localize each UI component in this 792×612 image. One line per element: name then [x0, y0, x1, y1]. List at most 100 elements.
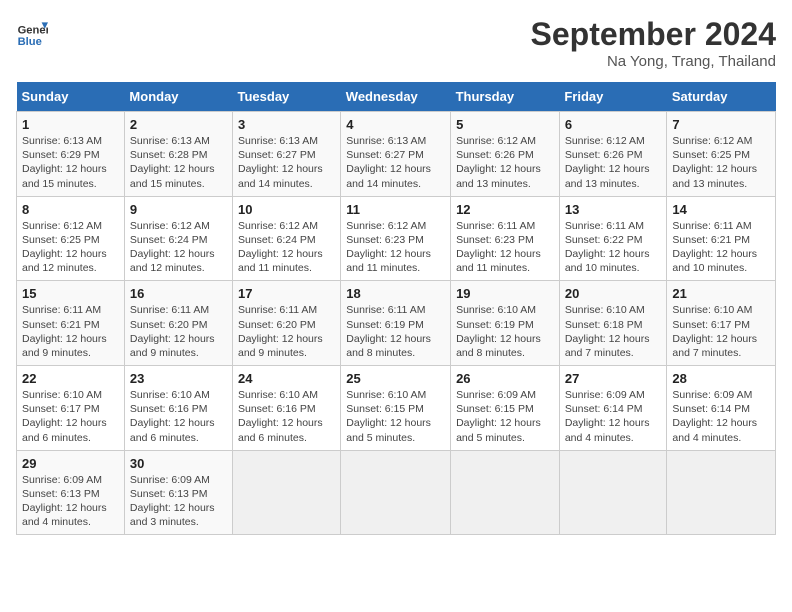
col-sunday: Sunday — [17, 82, 125, 112]
calendar-cell: 2Sunrise: 6:13 AM Sunset: 6:28 PM Daylig… — [124, 112, 232, 197]
day-info: Sunrise: 6:13 AM Sunset: 6:27 PM Dayligh… — [238, 134, 335, 191]
day-number: 7 — [672, 117, 770, 132]
col-tuesday: Tuesday — [233, 82, 341, 112]
calendar-row: 29 Sunrise: 6:09 AM Sunset: 6:13 PM Dayli… — [17, 450, 776, 535]
day-info: Sunrise: 6:12 AM Sunset: 6:23 PM Dayligh… — [346, 219, 445, 276]
day-info: Sunrise: 6:12 AM Sunset: 6:24 PM Dayligh… — [130, 219, 227, 276]
calendar-cell — [559, 450, 667, 535]
day-info: Sunrise: 6:10 AM Sunset: 6:16 PM Dayligh… — [130, 388, 227, 445]
day-number: 8 — [22, 202, 119, 217]
day-number: 26 — [456, 371, 554, 386]
day-number: 22 — [22, 371, 119, 386]
col-saturday: Saturday — [667, 82, 776, 112]
day-number: 13 — [565, 202, 662, 217]
day-info: Sunrise: 6:10 AM Sunset: 6:18 PM Dayligh… — [565, 303, 662, 360]
calendar-cell: 6 Sunrise: 6:12 AM Sunset: 6:26 PM Daylig… — [559, 112, 667, 197]
calendar-cell: 23 Sunrise: 6:10 AM Sunset: 6:16 PM Dayli… — [124, 366, 232, 451]
day-number: 25 — [346, 371, 445, 386]
day-number: 10 — [238, 202, 335, 217]
day-info: Sunrise: 6:11 AM Sunset: 6:20 PM Dayligh… — [238, 303, 335, 360]
day-info: Sunrise: 6:11 AM Sunset: 6:19 PM Dayligh… — [346, 303, 445, 360]
calendar-row: 15Sunrise: 6:11 AM Sunset: 6:21 PM Dayli… — [17, 281, 776, 366]
day-number: 6 — [565, 117, 662, 132]
calendar-cell: 27 Sunrise: 6:09 AM Sunset: 6:14 PM Dayli… — [559, 366, 667, 451]
day-info: Sunrise: 6:11 AM Sunset: 6:21 PM Dayligh… — [22, 303, 119, 360]
day-number: 1 — [22, 117, 119, 132]
day-info: Sunrise: 6:10 AM Sunset: 6:19 PM Dayligh… — [456, 303, 554, 360]
day-number: 20 — [565, 286, 662, 301]
calendar-cell: 26 Sunrise: 6:09 AM Sunset: 6:15 PM Dayli… — [451, 366, 560, 451]
calendar-header-row: Sunday Monday Tuesday Wednesday Thursday… — [17, 82, 776, 112]
day-info: Sunrise: 6:12 AM Sunset: 6:24 PM Dayligh… — [238, 219, 335, 276]
col-thursday: Thursday — [451, 82, 560, 112]
title-block: September 2024 Na Yong, Trang, Thailand — [531, 16, 776, 70]
calendar-cell: 21 Sunrise: 6:10 AM Sunset: 6:17 PM Dayli… — [667, 281, 776, 366]
calendar-cell: 18 Sunrise: 6:11 AM Sunset: 6:19 PM Dayli… — [341, 281, 451, 366]
col-wednesday: Wednesday — [341, 82, 451, 112]
day-info: Sunrise: 6:11 AM Sunset: 6:20 PM Dayligh… — [130, 303, 227, 360]
day-number: 27 — [565, 371, 662, 386]
calendar-cell: 11Sunrise: 6:12 AM Sunset: 6:23 PM Dayli… — [341, 196, 451, 281]
day-number: 5 — [456, 117, 554, 132]
day-number: 24 — [238, 371, 335, 386]
calendar-cell — [667, 450, 776, 535]
calendar-cell: 14Sunrise: 6:11 AM Sunset: 6:21 PM Dayli… — [667, 196, 776, 281]
calendar-cell: 30 Sunrise: 6:09 AM Sunset: 6:13 PM Dayli… — [124, 450, 232, 535]
calendar-row: 8Sunrise: 6:12 AM Sunset: 6:25 PM Daylig… — [17, 196, 776, 281]
logo-icon: General Blue — [16, 16, 48, 48]
calendar-cell: 7Sunrise: 6:12 AM Sunset: 6:25 PM Daylig… — [667, 112, 776, 197]
day-number: 3 — [238, 117, 335, 132]
day-number: 30 — [130, 456, 227, 471]
day-info: Sunrise: 6:09 AM Sunset: 6:14 PM Dayligh… — [672, 388, 770, 445]
day-number: 16 — [130, 286, 227, 301]
location: Na Yong, Trang, Thailand — [531, 53, 776, 70]
calendar-cell: 12Sunrise: 6:11 AM Sunset: 6:23 PM Dayli… — [451, 196, 560, 281]
month-title: September 2024 — [531, 16, 776, 53]
day-number: 21 — [672, 286, 770, 301]
day-number: 14 — [672, 202, 770, 217]
calendar-cell — [341, 450, 451, 535]
calendar-cell: 3 Sunrise: 6:13 AM Sunset: 6:27 PM Daylig… — [233, 112, 341, 197]
day-info: Sunrise: 6:13 AM Sunset: 6:27 PM Dayligh… — [346, 134, 445, 191]
calendar-cell: 25 Sunrise: 6:10 AM Sunset: 6:15 PM Dayli… — [341, 366, 451, 451]
day-info: Sunrise: 6:09 AM Sunset: 6:15 PM Dayligh… — [456, 388, 554, 445]
calendar-cell: 20 Sunrise: 6:10 AM Sunset: 6:18 PM Dayli… — [559, 281, 667, 366]
calendar-cell: 16 Sunrise: 6:11 AM Sunset: 6:20 PM Dayli… — [124, 281, 232, 366]
calendar-cell — [233, 450, 341, 535]
day-number: 17 — [238, 286, 335, 301]
col-friday: Friday — [559, 82, 667, 112]
day-info: Sunrise: 6:12 AM Sunset: 6:26 PM Dayligh… — [456, 134, 554, 191]
day-info: Sunrise: 6:11 AM Sunset: 6:22 PM Dayligh… — [565, 219, 662, 276]
calendar-cell: 10 Sunrise: 6:12 AM Sunset: 6:24 PM Dayli… — [233, 196, 341, 281]
svg-text:General: General — [18, 25, 48, 37]
calendar-row: 1 Sunrise: 6:13 AM Sunset: 6:29 PM Daylig… — [17, 112, 776, 197]
col-monday: Monday — [124, 82, 232, 112]
calendar-row: 22 Sunrise: 6:10 AM Sunset: 6:17 PM Dayli… — [17, 366, 776, 451]
day-info: Sunrise: 6:11 AM Sunset: 6:23 PM Dayligh… — [456, 219, 554, 276]
day-info: Sunrise: 6:09 AM Sunset: 6:14 PM Dayligh… — [565, 388, 662, 445]
day-info: Sunrise: 6:13 AM Sunset: 6:29 PM Dayligh… — [22, 134, 119, 191]
calendar-cell: 29Sunrise: 6:09 AM Sunset: 6:13 PM Dayli… — [17, 450, 125, 535]
day-number: 29 — [22, 456, 119, 471]
day-number: 4 — [346, 117, 445, 132]
calendar-cell: 15Sunrise: 6:11 AM Sunset: 6:21 PM Dayli… — [17, 281, 125, 366]
day-info: Sunrise: 6:10 AM Sunset: 6:17 PM Dayligh… — [22, 388, 119, 445]
day-number: 2 — [130, 117, 227, 132]
calendar-cell: 1 Sunrise: 6:13 AM Sunset: 6:29 PM Daylig… — [17, 112, 125, 197]
calendar-cell: 4 Sunrise: 6:13 AM Sunset: 6:27 PM Daylig… — [341, 112, 451, 197]
day-number: 18 — [346, 286, 445, 301]
calendar-cell: 24Sunrise: 6:10 AM Sunset: 6:16 PM Dayli… — [233, 366, 341, 451]
day-info: Sunrise: 6:10 AM Sunset: 6:15 PM Dayligh… — [346, 388, 445, 445]
calendar-cell: 13 Sunrise: 6:11 AM Sunset: 6:22 PM Dayli… — [559, 196, 667, 281]
calendar-cell: 5 Sunrise: 6:12 AM Sunset: 6:26 PM Daylig… — [451, 112, 560, 197]
calendar-table: Sunday Monday Tuesday Wednesday Thursday… — [16, 82, 776, 535]
day-info: Sunrise: 6:10 AM Sunset: 6:17 PM Dayligh… — [672, 303, 770, 360]
svg-text:Blue: Blue — [18, 36, 42, 48]
day-info: Sunrise: 6:09 AM Sunset: 6:13 PM Dayligh… — [130, 473, 227, 530]
day-info: Sunrise: 6:12 AM Sunset: 6:26 PM Dayligh… — [565, 134, 662, 191]
calendar-cell: 22 Sunrise: 6:10 AM Sunset: 6:17 PM Dayli… — [17, 366, 125, 451]
day-number: 23 — [130, 371, 227, 386]
calendar-cell: 8Sunrise: 6:12 AM Sunset: 6:25 PM Daylig… — [17, 196, 125, 281]
calendar-cell: 28Sunrise: 6:09 AM Sunset: 6:14 PM Dayli… — [667, 366, 776, 451]
calendar-cell: 17 Sunrise: 6:11 AM Sunset: 6:20 PM Dayli… — [233, 281, 341, 366]
